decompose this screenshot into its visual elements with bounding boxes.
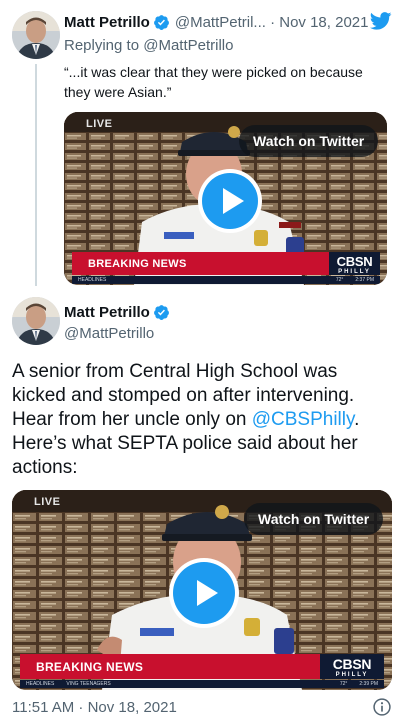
- author-name[interactable]: Matt Petrillo: [64, 14, 150, 31]
- ticker-left-text: HEADLINES: [78, 277, 107, 283]
- tweet-timestamp[interactable]: 11:51 AM · Nov 18, 2021: [12, 699, 177, 716]
- tweet2-header: Matt Petrillo: [64, 302, 170, 322]
- breaking-news-banner: BREAKING NEWS: [72, 252, 329, 275]
- tweet1-text-line: “...it was clear that they were picked o…: [64, 64, 363, 80]
- avatar[interactable]: [12, 11, 60, 59]
- mention-link-cbsphilly[interactable]: @CBSPhilly: [252, 409, 354, 430]
- tweet2-text: A senior from Central High School was ki…: [12, 360, 392, 480]
- tweet2-text-line: actions:: [12, 457, 78, 478]
- tweet1-text-line: they were Asian.”: [64, 84, 172, 100]
- author-name[interactable]: Matt Petrillo: [64, 304, 150, 321]
- news-ticker: HEADLINES VING TEENAGERS 72° 2:39 PM: [20, 680, 384, 688]
- breaking-news-label: BREAKING NEWS: [88, 257, 187, 270]
- tweet2-text-line: kicked and stomped on after intervening.: [12, 385, 355, 406]
- tweet1-video[interactable]: LIVE Watch on Twitter BREAKING NEWS CBSN…: [64, 112, 387, 285]
- play-button[interactable]: [198, 169, 262, 233]
- ticker-left-text: HEADLINES: [26, 681, 55, 687]
- twitter-bird-icon[interactable]: [370, 12, 392, 30]
- tweet2-text-line: A senior from Central High School was: [12, 361, 338, 382]
- cbsn-philly-logo: CBSN PHILLY: [329, 255, 380, 275]
- replying-to: Replying to @MattPetrillo: [64, 37, 233, 54]
- author-handle[interactable]: @MattPetrillo: [64, 325, 154, 342]
- watch-on-twitter-button[interactable]: Watch on Twitter: [239, 125, 379, 157]
- play-button[interactable]: [169, 558, 239, 628]
- play-icon: [223, 188, 244, 214]
- info-icon[interactable]: [372, 697, 392, 717]
- watch-on-twitter-button[interactable]: Watch on Twitter: [244, 503, 384, 535]
- verified-badge-icon: [153, 14, 169, 30]
- thread-connector-line: [35, 64, 37, 286]
- avatar[interactable]: [12, 297, 60, 345]
- ticker-time: 2:37 PM: [355, 277, 374, 283]
- tweet2-text-span: .: [354, 409, 360, 430]
- ticker-time: 2:39 PM: [359, 681, 378, 687]
- tweet2-text-line: Here’s what SEPTA police said about her: [12, 433, 358, 454]
- breaking-news-banner: BREAKING NEWS: [20, 654, 320, 679]
- tweet2-video[interactable]: LIVE Watch on Twitter BREAKING NEWS CBSN…: [12, 490, 392, 690]
- cbsn-logo-text: CBSN: [336, 254, 373, 269]
- ticker-mid-text: VING TEENAGERS: [66, 681, 111, 687]
- breaking-news-label: BREAKING NEWS: [36, 659, 144, 674]
- verified-badge-icon: [153, 304, 169, 320]
- replying-handle-link[interactable]: @MattPetrillo: [143, 37, 233, 54]
- philly-logo-text: PHILLY: [335, 672, 369, 678]
- tweet1-text: “...it was clear that they were picked o…: [64, 62, 363, 102]
- tweet1-header: Matt Petrillo @MattPetril... · Nov 18, 2…: [64, 12, 368, 32]
- play-icon: [197, 580, 218, 606]
- live-label: LIVE: [34, 496, 61, 508]
- ticker-temp: 72°: [335, 277, 344, 283]
- ticker-temp: 72°: [339, 681, 348, 687]
- tweet1-meta[interactable]: @MattPetril... · Nov 18, 2021: [175, 14, 369, 31]
- replying-prefix: Replying to: [64, 37, 144, 54]
- cbsn-philly-logo: CBSN PHILLY: [320, 657, 384, 678]
- tweet2-text-line: Hear from her uncle only on @CBSPhilly.: [12, 408, 392, 432]
- philly-logo-text: PHILLY: [338, 269, 371, 275]
- tweet2-text-span: Hear from her uncle only on: [12, 409, 252, 430]
- cbsn-logo-text: CBSN: [332, 656, 372, 672]
- news-ticker: HEADLINES 72° 2:37 PM: [72, 276, 380, 284]
- live-label: LIVE: [86, 118, 113, 130]
